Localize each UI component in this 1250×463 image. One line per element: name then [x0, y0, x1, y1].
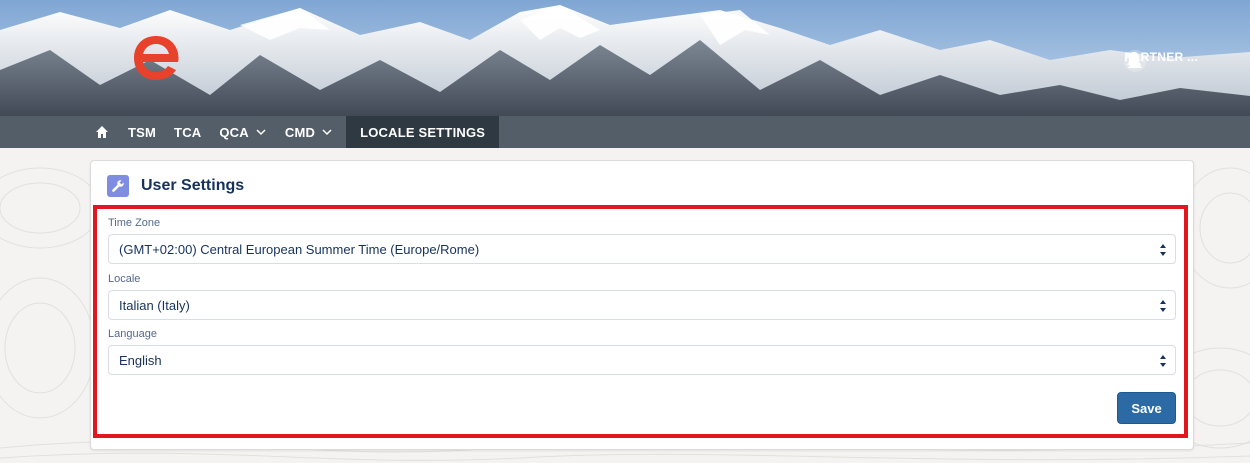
nav-home[interactable] [93, 116, 119, 148]
caret-down-icon[interactable] [1124, 50, 1136, 62]
select-arrows-icon [1160, 300, 1166, 312]
nav-item-locale-settings[interactable]: LOCALE SETTINGS [346, 116, 500, 148]
header-banner: PARTNER ... [0, 0, 1250, 116]
nav-item-label: QCA [219, 124, 249, 140]
mountain-background [0, 0, 1250, 116]
card-title: User Settings [141, 177, 245, 194]
main-nav: TSM TCA QCA CMD LOCALE SETTINGS [0, 116, 1250, 148]
locale-select[interactable]: Italian (Italy) [108, 290, 1176, 320]
user-area: PARTNER ... [1124, 50, 1198, 72]
chevron-down-icon [256, 129, 266, 136]
select-arrows-icon [1160, 355, 1166, 367]
time-zone-label: Time Zone [108, 217, 161, 229]
save-button[interactable]: Save [1117, 392, 1176, 424]
company-logo [130, 30, 182, 86]
nav-item-label: CMD [284, 124, 316, 140]
chevron-down-icon [322, 129, 332, 136]
language-select[interactable]: English [108, 345, 1176, 375]
nav-item-qca[interactable]: QCA [210, 116, 276, 148]
nav-item-label: TCA [174, 124, 202, 140]
time-zone-select[interactable]: (GMT+02:00) Central European Summer Time… [108, 234, 1176, 264]
select-arrows-icon [1160, 244, 1166, 256]
locale-label: Locale [108, 273, 141, 285]
wrench-icon [107, 175, 129, 197]
locale-value: Italian (Italy) [119, 297, 190, 313]
language-value: English [119, 352, 162, 368]
language-label: Language [108, 328, 157, 340]
nav-item-cmd[interactable]: CMD [276, 116, 342, 148]
nav-item-label: LOCALE SETTINGS [360, 124, 486, 140]
nav-item-label: TSM [128, 124, 157, 140]
home-icon [96, 126, 108, 138]
nav-item-tsm[interactable]: TSM [119, 116, 165, 148]
nav-item-tca[interactable]: TCA [165, 116, 210, 148]
time-zone-value: (GMT+02:00) Central European Summer Time… [119, 241, 480, 257]
card-header: User Settings [107, 175, 244, 197]
